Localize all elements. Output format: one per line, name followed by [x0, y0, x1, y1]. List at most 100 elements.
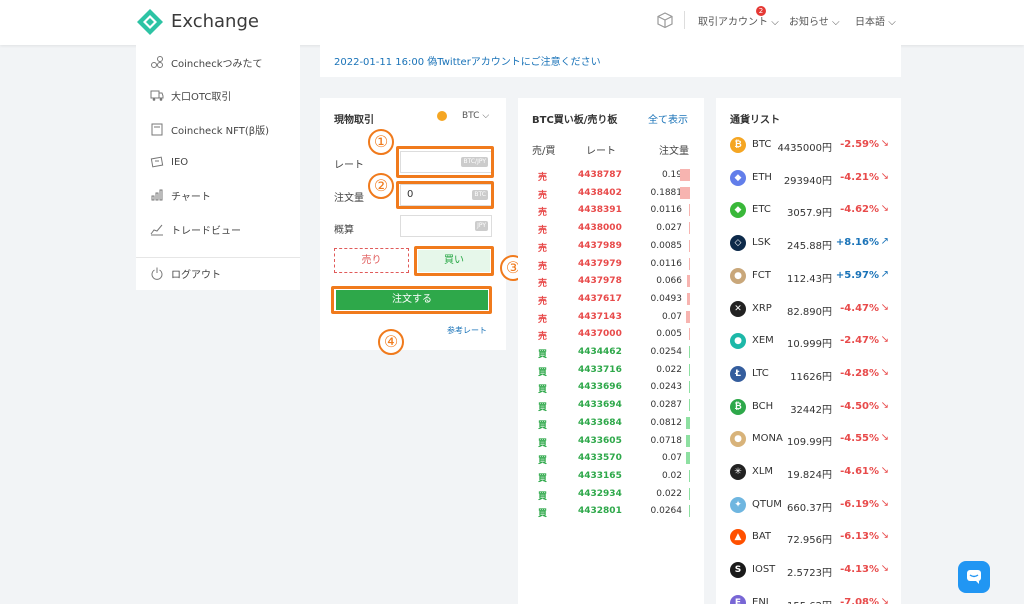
order-rate: 4437000 [578, 329, 622, 340]
currency-row-mona[interactable]: ● MONA 109.99円 -4.55% ↘ [716, 429, 901, 451]
order-side: 売 [538, 190, 548, 201]
order-book-row[interactable]: 買 4433570 0.07 [518, 450, 704, 467]
order-side: 売 [538, 296, 548, 307]
currency-change: -4.21% [840, 171, 879, 183]
currency-row-bat[interactable]: ▲ BAT 72.956円 -6.13% ↘ [716, 527, 901, 549]
trend-up-icon: ↗ [880, 236, 889, 248]
order-side: 買 [538, 473, 548, 484]
sidebar-item-logout[interactable]: ログアウト [150, 265, 221, 281]
notice-link[interactable]: 2022-01-11 16:00 偽Twitterアカウントにご注意ください [334, 53, 601, 68]
order-book-row[interactable]: 買 4432934 0.022 [518, 486, 704, 503]
currency-row-etc[interactable]: ◆ ETC 3057.9円 -4.62% ↘ [716, 200, 901, 222]
order-book-row[interactable]: 買 4434462 0.0254 [518, 344, 704, 361]
order-side: 売 [538, 332, 548, 343]
currency-name: ENJ [752, 596, 769, 604]
menu-news[interactable]: お知らせ ⌵ [789, 13, 840, 28]
sidebar-item-otc[interactable]: 大口OTC取引 [150, 87, 231, 103]
depth-bar [688, 204, 690, 217]
order-book-row[interactable]: 売 4437143 0.07 [518, 309, 704, 326]
order-book-row[interactable]: 売 4437979 0.0116 [518, 256, 704, 273]
sidebar-item-ieo[interactable]: IEO [150, 154, 188, 170]
trend-down-icon: ↘ [880, 203, 889, 215]
show-all-link[interactable]: 全て表示 [648, 111, 688, 126]
order-amount: 0.07 [661, 311, 682, 322]
order-amount: 0.02 [661, 470, 682, 481]
order-book-row[interactable]: 売 4437989 0.0085 [518, 238, 704, 255]
currency-row-xlm[interactable]: ✳ XLM 19.824円 -4.61% ↘ [716, 462, 901, 484]
chat-button[interactable] [958, 561, 990, 593]
currency-name: QTUM [752, 498, 782, 510]
step-2-marker: ② [368, 173, 394, 199]
order-book-row[interactable]: 買 4433694 0.0287 [518, 397, 704, 414]
trend-down-icon: ↘ [880, 399, 889, 411]
trend-down-icon: ↘ [880, 432, 889, 444]
order-amount: 0.0812 [650, 417, 683, 428]
currency-change: -4.13% [840, 564, 879, 576]
currency-row-xem[interactable]: ● XEM 10.999円 -2.47% ↘ [716, 331, 901, 353]
order-book-row[interactable]: 売 4437000 0.005 [518, 326, 704, 343]
sidebar-item-nft[interactable]: Coincheck NFT(β版) [150, 121, 269, 137]
currency-row-btc[interactable]: ₿ BTC 4435000円 -2.59% ↘ [716, 135, 901, 157]
sidebar-item-tradeview[interactable]: トレードビュー [150, 221, 241, 237]
amount-label: 注文量 [334, 193, 364, 204]
order-book-row[interactable]: 売 4438402 0.1881 [518, 185, 704, 202]
sell-button[interactable]: 売り [334, 248, 409, 273]
menu-trade-account[interactable]: 取引アカウント ⌵ [698, 13, 779, 28]
currency-change: +5.97% [835, 269, 879, 281]
currency-price: 3057.9円 [787, 208, 832, 220]
currency-row-bch[interactable]: ₿ BCH 32442円 -4.50% ↘ [716, 397, 901, 419]
currency-row-iost[interactable]: S IOST 2.5723円 -4.13% ↘ [716, 560, 901, 582]
cube-icon[interactable] [656, 11, 674, 29]
currency-row-lsk[interactable]: ◇ LSK 245.88円 +8.16% ↗ [716, 233, 901, 255]
currency-row-eth[interactable]: ◆ ETH 293940円 -4.21% ↘ [716, 168, 901, 190]
trend-down-icon: ↘ [880, 497, 889, 509]
order-book-row[interactable]: 売 4438000 0.027 [518, 220, 704, 237]
order-rate: 4433696 [578, 382, 622, 393]
currency-price: 10.999円 [787, 339, 832, 351]
estimate-unit: JPY [475, 221, 488, 231]
depth-bar [688, 469, 690, 482]
order-book-row[interactable]: 売 4438787 0.19 [518, 167, 704, 184]
order-rate: 4437978 [578, 276, 622, 287]
lsk-coin-icon: ◇ [730, 235, 746, 252]
currency-row-qtum[interactable]: ✦ QTUM 660.37円 -6.19% ↘ [716, 495, 901, 517]
sidebar-divider [136, 257, 300, 258]
order-book-row[interactable]: 買 4432801 0.0264 [518, 503, 704, 520]
order-side: 買 [538, 456, 548, 467]
currency-price: 11626円 [790, 371, 832, 383]
currency-row-ltc[interactable]: Ł LTC 11626円 -4.28% ↘ [716, 364, 901, 386]
currency-select[interactable]: BTC ⌵ [462, 111, 489, 121]
depth-bar [688, 222, 690, 235]
currency-row-xrp[interactable]: ✕ XRP 82.890円 -4.47% ↘ [716, 299, 901, 321]
spot-trade-panel: 現物取引 BTC ⌵ レート BTC/JPY 注文量 0 BTC 概算 JPY … [320, 98, 506, 350]
order-book-row[interactable]: 売 4437617 0.0493 [518, 291, 704, 308]
exchange-logo-icon[interactable] [136, 8, 164, 36]
order-book-row[interactable]: 売 4437978 0.066 [518, 273, 704, 290]
order-side: 買 [538, 367, 548, 378]
order-book-row[interactable]: 買 4433716 0.022 [518, 362, 704, 379]
menu-language[interactable]: 日本語 ⌵ [855, 13, 896, 28]
estimate-label: 概算 [334, 225, 354, 236]
sidebar-item-tsumitate[interactable]: Coincheckつみたて [150, 54, 263, 70]
highlight-rate [396, 146, 494, 178]
top-header: Exchange 取引アカウント ⌵ 2 お知らせ ⌵ 日本語 ⌵ [0, 0, 1024, 45]
order-book-row[interactable]: 売 4438391 0.0116 [518, 202, 704, 219]
currency-row-fct[interactable]: ● FCT 112.43円 +5.97% ↗ [716, 266, 901, 288]
currency-change: -6.19% [840, 498, 879, 510]
col-header-rate: レート [586, 146, 616, 157]
order-book-row[interactable]: 買 4433165 0.02 [518, 468, 704, 485]
xem-coin-icon: ● [730, 333, 746, 350]
order-book-row[interactable]: 買 4433696 0.0243 [518, 379, 704, 396]
order-book-row[interactable]: 買 4433684 0.0812 [518, 415, 704, 432]
order-rate: 4433694 [578, 400, 622, 411]
order-amount: 0.022 [656, 364, 682, 375]
reference-rate-link[interactable]: 参考レート [447, 325, 487, 336]
notice-bar: 2022-01-11 16:00 偽Twitterアカウントにご注意ください [320, 45, 901, 77]
order-book-row[interactable]: 買 4433605 0.0718 [518, 433, 704, 450]
order-rate: 4433165 [578, 470, 622, 481]
currency-price: 72.956円 [787, 535, 832, 547]
order-side: 買 [538, 420, 548, 431]
sidebar-item-chart[interactable]: チャート [150, 187, 211, 203]
order-amount: 0.0287 [650, 400, 683, 411]
currency-row-enj[interactable]: E ENJ 155.62円 -7.08%↘ [716, 593, 901, 604]
